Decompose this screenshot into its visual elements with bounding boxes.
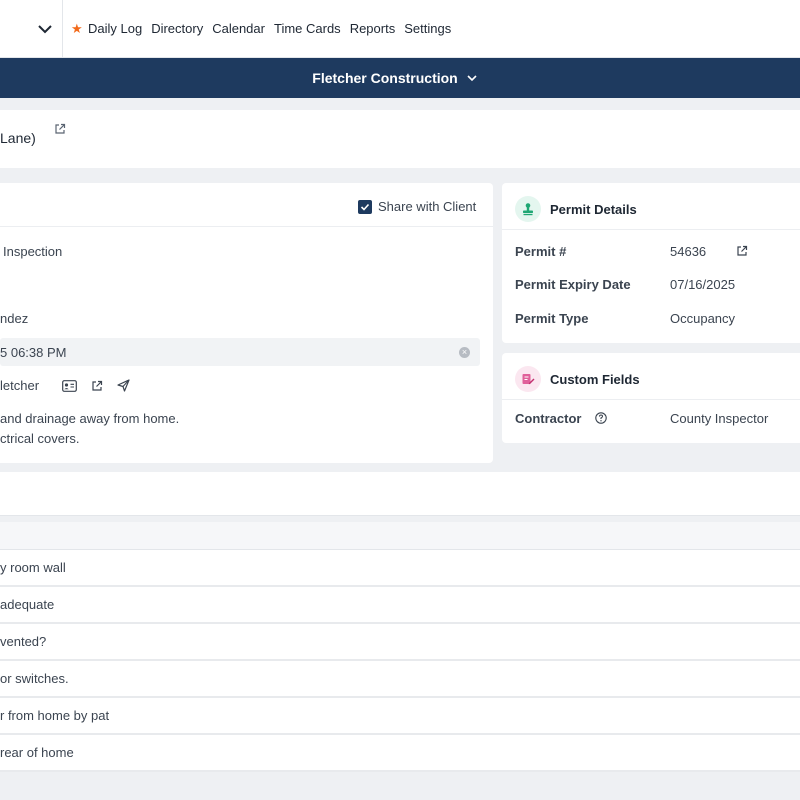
divider: [502, 399, 800, 400]
page-header: Lane): [0, 110, 800, 168]
inspection-type: Inspection: [3, 244, 63, 259]
stamp-icon: [515, 196, 541, 222]
top-nav: ★ Daily Log Directory Calendar Time Card…: [0, 0, 800, 58]
nav-settings[interactable]: Settings: [404, 21, 451, 37]
external-link-icon[interactable]: [91, 380, 103, 392]
project-name: Fletcher Construction: [312, 70, 458, 86]
notes-line-1: and drainage away from home.: [0, 411, 180, 426]
send-icon[interactable]: [117, 379, 130, 392]
nav-time-cards[interactable]: Time Cards: [274, 21, 341, 37]
contact-name: letcher: [0, 378, 40, 393]
card-title: Permit Details: [550, 201, 637, 217]
inspection-date-field[interactable]: 5 06:38 PM ×: [0, 338, 480, 366]
list-item[interactable]: y room wall: [0, 550, 800, 587]
permit-details-card: Permit Details Permit # 54636 Permit Exp…: [502, 183, 800, 343]
help-icon[interactable]: [595, 412, 607, 424]
card-title: Custom Fields: [550, 371, 640, 387]
section-header: [0, 472, 800, 516]
list-item[interactable]: vented?: [0, 624, 800, 661]
column-header: [0, 522, 800, 550]
contact-actions: [62, 379, 130, 392]
field-label: Contractor: [515, 411, 582, 426]
item-text: r from home by pat: [0, 708, 110, 723]
inspection-details-card: Share with Client Inspection ndez 5 06:3…: [0, 183, 493, 463]
item-text: y room wall: [0, 560, 66, 575]
contact-card-icon[interactable]: [62, 379, 77, 392]
list-item[interactable]: or switches.: [0, 661, 800, 698]
custom-fields-card: Custom Fields Contractor County Inspecto…: [502, 353, 800, 443]
item-text: adequate: [0, 597, 55, 612]
item-text: vented?: [0, 634, 47, 649]
field-label: Permit Expiry Date: [515, 277, 631, 292]
inspector-name: ndez: [0, 311, 29, 326]
notes-line-2: ctrical covers.: [0, 431, 80, 446]
field-value: 54636: [670, 244, 707, 259]
item-text: or switches.: [0, 671, 69, 686]
page-title: Lane): [0, 130, 36, 146]
divider: [0, 226, 493, 227]
field-value: County Inspector: [670, 411, 769, 426]
nav-calendar[interactable]: Calendar: [212, 21, 265, 37]
external-link-icon[interactable]: [736, 245, 748, 257]
nav-daily-log[interactable]: Daily Log: [88, 21, 142, 37]
chevron-down-icon[interactable]: [36, 20, 54, 38]
check-icon: [360, 203, 370, 211]
external-link-icon[interactable]: [54, 123, 66, 135]
divider: [62, 0, 63, 58]
card-header: Custom Fields: [515, 366, 640, 392]
nav-reports[interactable]: Reports: [350, 21, 396, 37]
clear-icon[interactable]: ×: [459, 347, 470, 358]
list-item[interactable]: adequate: [0, 587, 800, 624]
date-value: 5 06:38 PM: [0, 345, 67, 360]
nav-directory[interactable]: Directory: [151, 21, 203, 37]
checkbox[interactable]: [358, 199, 372, 214]
star-icon[interactable]: ★: [71, 21, 83, 37]
edit-document-icon: [515, 366, 541, 392]
divider: [502, 229, 800, 230]
project-switcher[interactable]: Fletcher Construction: [0, 58, 800, 98]
nav-links: Daily Log Directory Calendar Time Cards …: [88, 21, 451, 37]
field-label: Permit Type: [515, 311, 589, 326]
share-label: Share with Client: [378, 199, 477, 214]
share-with-client-toggle[interactable]: Share with Client: [358, 199, 476, 214]
chevron-down-icon: [467, 75, 477, 82]
list-item[interactable]: rear of home: [0, 735, 800, 772]
checklist: y room wall adequate vented? or switches…: [0, 522, 800, 772]
field-value: Occupancy: [670, 311, 736, 326]
item-text: rear of home: [0, 745, 74, 760]
list-item[interactable]: r from home by pat: [0, 698, 800, 735]
field-value: 07/16/2025: [670, 277, 736, 292]
card-header: Permit Details: [515, 196, 637, 222]
field-label: Permit #: [515, 244, 567, 259]
